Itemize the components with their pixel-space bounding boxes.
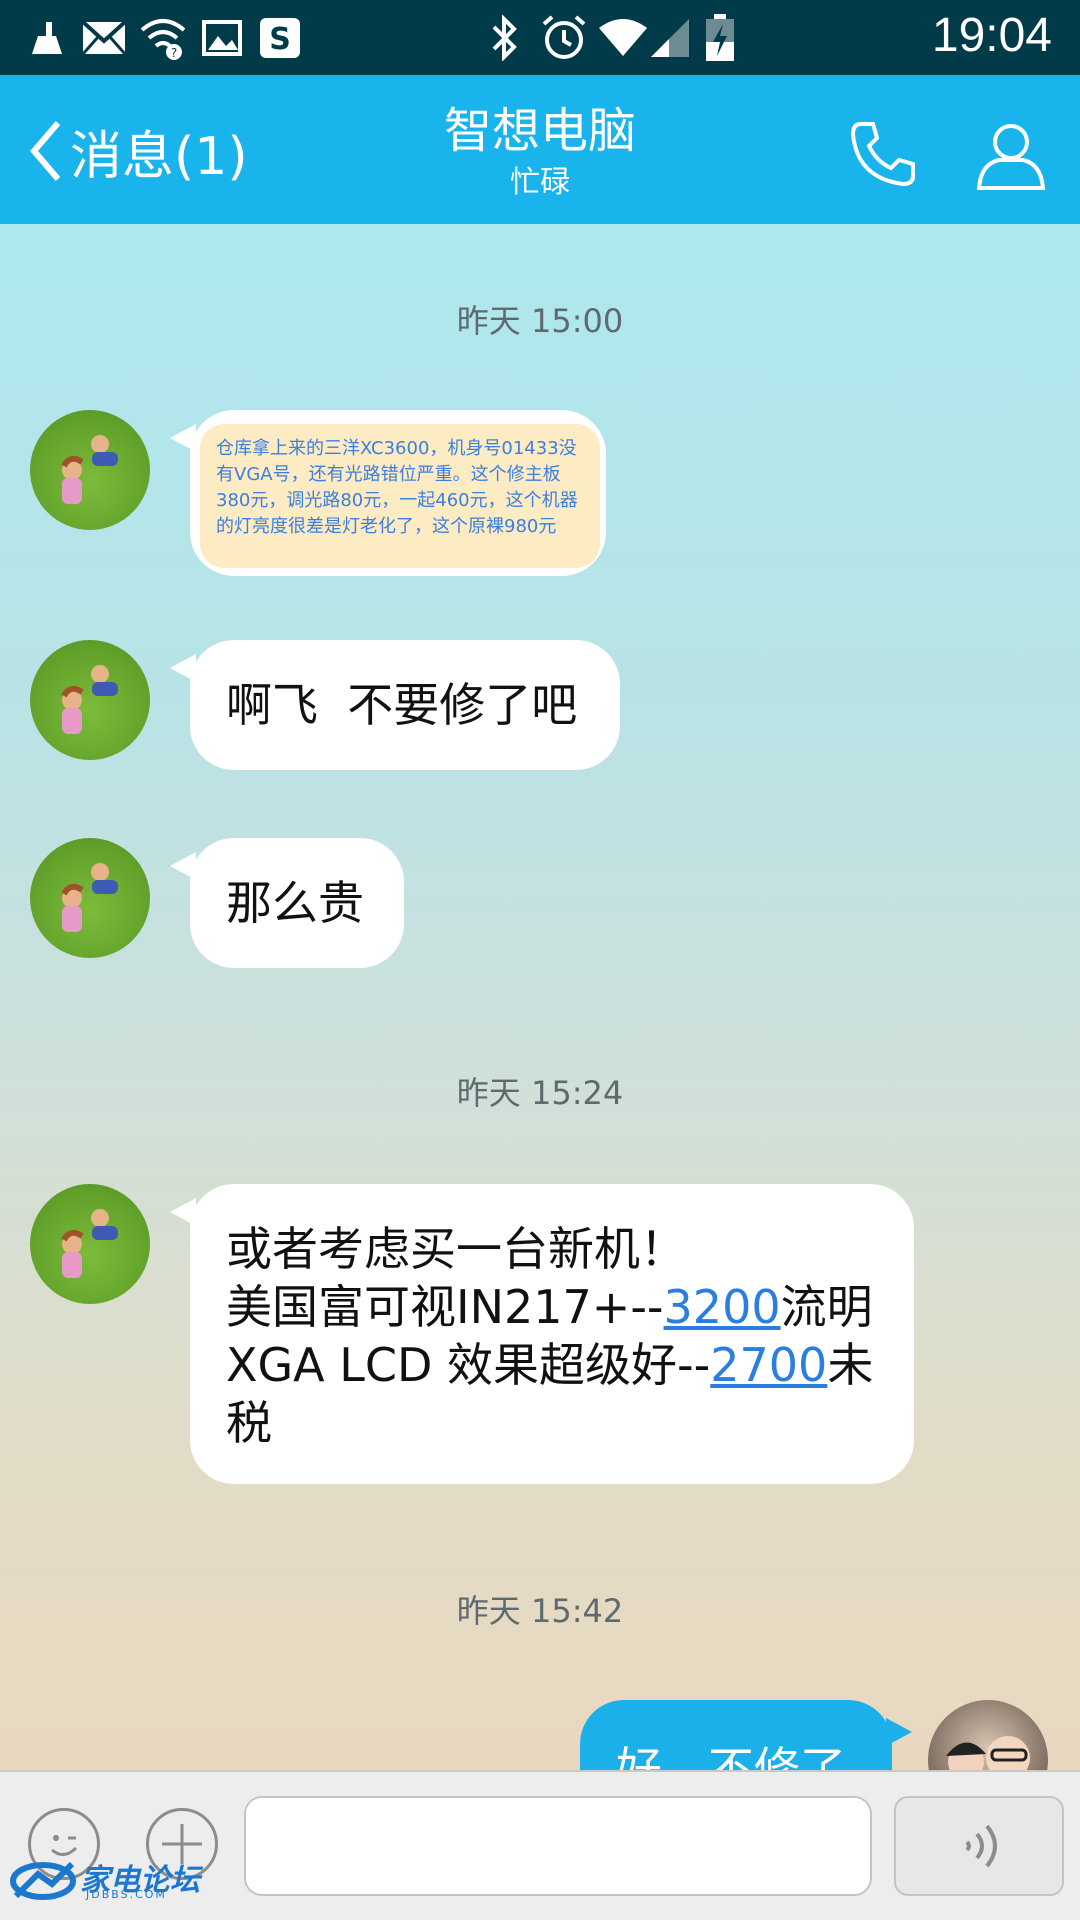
my-avatar[interactable] xyxy=(928,1700,1048,1770)
clock-time: 19:04 xyxy=(931,9,1052,62)
contact-status: 忙碌 xyxy=(510,165,570,200)
cleaner-icon xyxy=(24,12,68,64)
bluetooth-icon xyxy=(486,12,522,64)
message-bubble[interactable]: 或者考虑买一台新机！ 美国富可视IN217+--3200流明 XGA LCD 效… xyxy=(170,1184,914,1484)
timestamp: 昨天 15:00 xyxy=(456,302,624,340)
message-text: 好，不修了 xyxy=(616,1742,846,1770)
forum-logo-icon xyxy=(10,1861,76,1900)
mail-icon xyxy=(82,12,126,64)
contact-avatar[interactable] xyxy=(30,640,150,760)
phone-number-link[interactable]: 2700 xyxy=(710,1338,827,1392)
message-text: 啊飞 不要修了吧 xyxy=(226,678,578,732)
alarm-icon xyxy=(540,12,588,64)
person-icon xyxy=(976,124,1046,190)
wifi-icon xyxy=(598,12,648,64)
phone-icon xyxy=(850,122,915,187)
status-bar: ? S 19:04 xyxy=(0,0,1080,75)
timestamp: 昨天 15:24 xyxy=(456,1074,624,1112)
message-input[interactable] xyxy=(244,1796,872,1896)
contact-avatar[interactable] xyxy=(30,838,150,958)
message-text: 或者考虑买一台新机！ 美国富可视IN217+--3200流明 XGA LCD 效… xyxy=(226,1222,874,1450)
profile-button[interactable] xyxy=(966,109,1056,199)
svg-text:S: S xyxy=(269,22,291,57)
message-bubble[interactable]: 那么贵 xyxy=(170,838,404,968)
chevron-left-icon xyxy=(30,121,61,181)
back-button[interactable]: 消息(1) xyxy=(28,113,248,189)
chat-header: 消息(1) 智想电脑 忙碌 xyxy=(0,75,1080,224)
wifi-question-icon: ? xyxy=(140,12,186,64)
voice-icon xyxy=(965,1824,997,1868)
message-text: 那么贵 xyxy=(226,876,364,930)
back-label: 消息(1) xyxy=(70,126,248,187)
contact-avatar[interactable] xyxy=(30,1184,150,1304)
timestamp: 昨天 15:42 xyxy=(456,1592,624,1630)
contact-avatar[interactable] xyxy=(30,410,150,530)
watermark-sub: JDBBS.COM xyxy=(86,1888,167,1901)
contact-name: 智想电脑 xyxy=(443,103,636,159)
svg-text:?: ? xyxy=(171,46,177,60)
chat-area[interactable]: 昨天 15:00 仓库拿上来的三洋XC3600，机身号01433没有VGA号，还… xyxy=(0,224,1080,1770)
outgoing-message-bubble[interactable]: 好，不修了 xyxy=(580,1700,912,1770)
s-app-icon: S xyxy=(258,12,302,64)
contact-info[interactable]: 智想电脑 忙碌 xyxy=(340,103,740,203)
voice-button[interactable] xyxy=(894,1796,1064,1896)
forum-watermark: 家电论坛 JDBBS.COM xyxy=(10,1856,200,1906)
image-icon xyxy=(200,12,244,64)
image-message[interactable]: 仓库拿上来的三洋XC3600，机身号01433没有VGA号，还有光路错位严重。这… xyxy=(200,424,600,568)
image-message-text: 仓库拿上来的三洋XC3600，机身号01433没有VGA号，还有光路错位严重。这… xyxy=(216,438,578,537)
signal-icon xyxy=(648,12,692,64)
call-button[interactable] xyxy=(838,109,928,199)
phone-number-link[interactable]: 3200 xyxy=(664,1280,781,1334)
message-bubble[interactable]: 啊飞 不要修了吧 xyxy=(170,640,620,770)
battery-charging-icon xyxy=(702,12,738,64)
